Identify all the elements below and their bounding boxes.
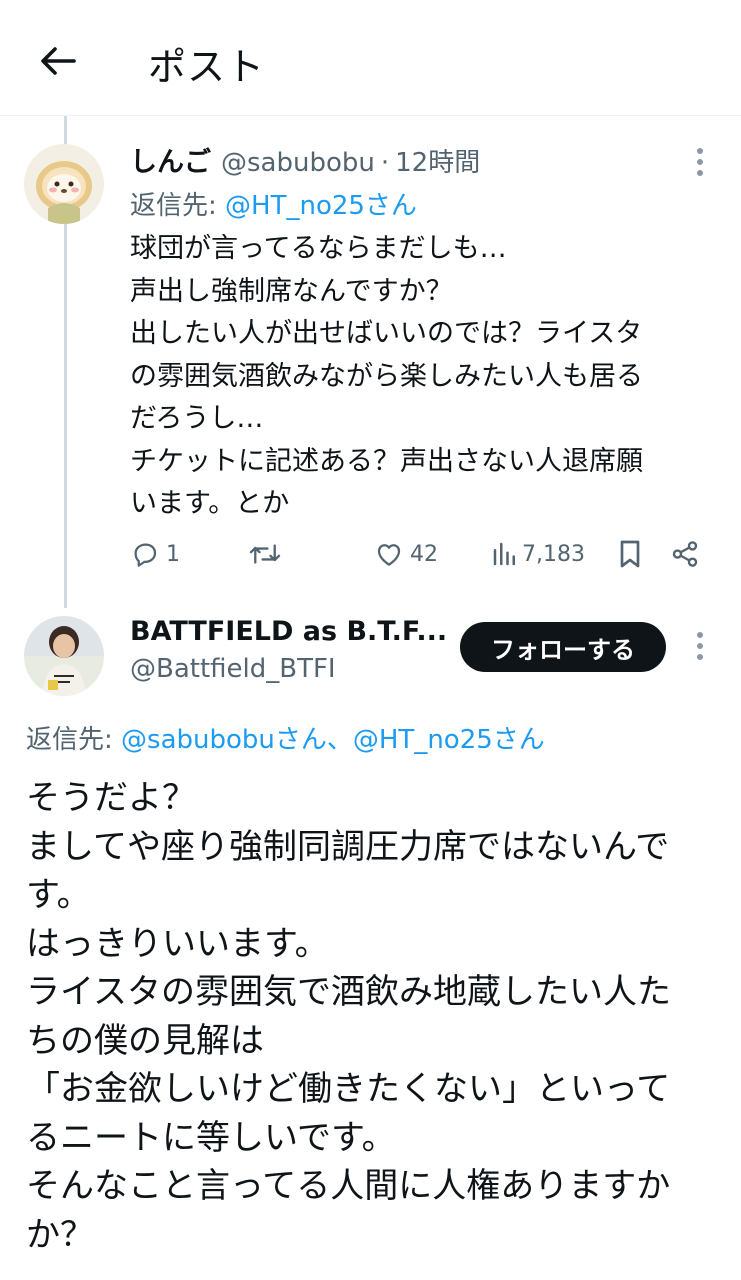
text-line: はっきりいいます。 (26, 923, 329, 964)
more-icon[interactable] (684, 144, 716, 180)
retweet-icon (248, 539, 282, 569)
tweet2-text: そうだよ？ ましてや座り強制同調圧力席ではないんで す。 はっきりいいます。 ラ… (26, 774, 716, 1259)
text-line: 声出し強制席なんですか？ (130, 275, 453, 307)
author-handle[interactable]: @sabubobu (221, 148, 375, 178)
follow-button[interactable]: フォローする (460, 622, 666, 672)
views-icon (492, 539, 518, 569)
author-name[interactable]: BATTFIELD as B.T.F... (130, 616, 447, 647)
top-bar: ポスト (0, 0, 741, 116)
separator-dot: · (380, 148, 390, 178)
reply-icon (130, 539, 160, 569)
author-handle[interactable]: @Battfield_BTFI (130, 654, 336, 684)
page-title: ポスト (148, 45, 266, 89)
text-line: す。 (26, 875, 91, 915)
like-button[interactable]: 42 (374, 534, 438, 574)
bookmark-button[interactable] (616, 534, 644, 574)
reply-to-link[interactable]: @sabubobuさん、@HT_no25さん (121, 725, 545, 755)
text-line: の雰囲気酒飲みながら楽しみたい人も居る (130, 360, 643, 392)
back-arrow-icon[interactable] (34, 38, 82, 84)
text-line: そんなこと言ってる人間に人権ありますか (26, 1166, 671, 1206)
views-button[interactable]: 7,183 (492, 534, 585, 574)
reply-prefix: 返信先: (130, 191, 226, 221)
timestamp[interactable]: 12時間 (395, 142, 480, 179)
like-icon (374, 539, 404, 569)
text-line: るニートに等しいです。 (26, 1117, 396, 1158)
bookmark-icon (616, 538, 644, 570)
views-count: 7,183 (522, 541, 585, 567)
share-icon (670, 539, 700, 569)
like-count: 42 (410, 541, 438, 567)
text-line: ましてや座り強制同調圧力席ではないんで (26, 826, 670, 867)
text-line: そうだよ？ (26, 778, 196, 818)
reply-button[interactable]: 1 (130, 534, 180, 574)
text-line: います。とか (130, 488, 290, 519)
text-line: ライスタの雰囲気で酒飲み地蔵したい人た (26, 972, 671, 1012)
reply-to-link[interactable]: @HT_no25さん (225, 191, 417, 221)
tweet1-author-line: しんご @sabubobu · 12時間 (130, 140, 480, 180)
text-line: か？ (26, 1214, 94, 1255)
text-line: チケットに記述ある？声出さない人退席願 (130, 445, 643, 477)
text-line: 球団が言ってるならまだしも… (130, 233, 507, 264)
avatar[interactable] (24, 616, 104, 696)
reply-to-line: 返信先: @sabubobuさん、@HT_no25さん (26, 719, 545, 756)
reply-to-line: 返信先: @HT_no25さん (130, 185, 417, 222)
tweet1-text: 球団が言ってるならまだしも… 声出し強制席なんですか？ 出したい人が出せばいいの… (130, 228, 705, 526)
reply-prefix: 返信先: (26, 725, 122, 755)
share-button[interactable] (670, 534, 700, 574)
reply-count: 1 (166, 541, 180, 567)
text-line: 出したい人が出せばいいのでは？ライスタ (130, 318, 643, 349)
text-line: 「お金欲しいけど働きたくない」といって (26, 1069, 671, 1109)
text-line: ちの僕の見解は (26, 1020, 264, 1061)
tweet1-action-bar: 1 42 7,183 (130, 534, 710, 574)
more-icon[interactable] (684, 628, 716, 664)
retweet-button[interactable] (248, 534, 288, 574)
text-line: だろうし… (130, 403, 264, 434)
avatar[interactable] (24, 144, 104, 224)
author-name[interactable]: しんご (130, 140, 211, 179)
